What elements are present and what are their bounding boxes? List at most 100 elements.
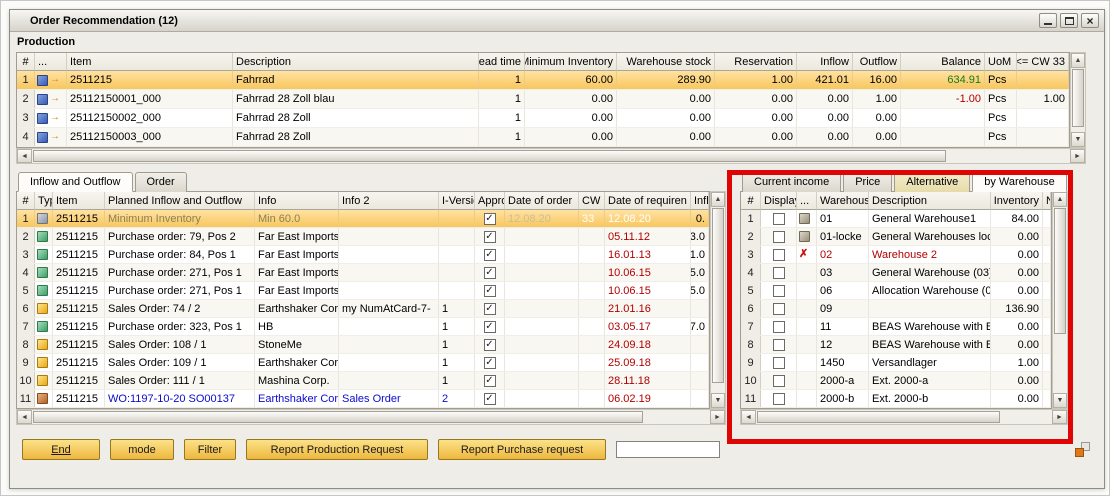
scrollbar-track[interactable] — [32, 149, 1070, 163]
col-typ[interactable]: Typ — [35, 192, 53, 210]
col-number[interactable]: # — [17, 53, 35, 71]
scroll-left-icon[interactable]: ◄ — [17, 149, 32, 163]
scroll-down-icon[interactable]: ▼ — [1053, 393, 1067, 408]
warehouse-row[interactable]: 101General Warehouse184.00 — [741, 210, 1051, 228]
approved-checkbox[interactable]: ✓ — [484, 267, 496, 279]
tab-inflow-and-outflow[interactable]: Inflow and Outflow — [18, 172, 133, 192]
scroll-left-icon[interactable]: ◄ — [17, 410, 32, 424]
display-checkbox[interactable] — [773, 393, 785, 405]
inflow-outflow-row[interactable]: 52511215Purchase order: 271, Pos 1Far Ea… — [17, 282, 709, 300]
col-balance[interactable]: Balance — [901, 53, 985, 71]
col-inflow[interactable]: Inflo — [691, 192, 709, 210]
inflow-outflow-row[interactable]: 112511215WO:1197-10-20 SO00137Earthshake… — [17, 390, 709, 408]
display-checkbox[interactable] — [773, 357, 785, 369]
warehouse-row[interactable]: 711BEAS Warehouse with Bin0.00 — [741, 318, 1051, 336]
approved-checkbox[interactable]: ✓ — [484, 339, 496, 351]
display-checkbox[interactable] — [773, 321, 785, 333]
scroll-right-icon[interactable]: ► — [1070, 149, 1085, 163]
inflow-outflow-row[interactable]: 102511215Sales Order: 111 / 1Mashina Cor… — [17, 372, 709, 390]
approved-checkbox[interactable]: ✓ — [484, 375, 496, 387]
col-approved[interactable]: Approved — [475, 192, 505, 210]
scrollbar-thumb[interactable] — [33, 411, 643, 423]
item-table-row[interactable]: 1→2511215Fahrrad160.00289.901.00421.0116… — [17, 71, 1069, 90]
item-table-row[interactable]: 4→25112150003_000Fahrrad 28 Zoll10.000.0… — [17, 128, 1069, 147]
col-warehouse[interactable]: Warehouse — [817, 192, 869, 210]
item-table-row[interactable]: 3→25112150002_000Fahrrad 28 Zoll10.000.0… — [17, 109, 1069, 128]
inflow-outflow-hscrollbar[interactable]: ◄ ► — [16, 409, 726, 425]
scroll-right-icon[interactable]: ► — [710, 410, 725, 424]
col-dots[interactable]: ... — [35, 53, 67, 71]
warehouse-row[interactable]: 403General Warehouse (03)0.00 — [741, 264, 1051, 282]
display-checkbox[interactable] — [773, 285, 785, 297]
col-cw[interactable]: CW — [579, 192, 605, 210]
inflow-outflow-row[interactable]: 92511215Sales Order: 109 / 1Earthshaker … — [17, 354, 709, 372]
approved-checkbox[interactable]: ✓ — [484, 285, 496, 297]
scroll-right-icon[interactable]: ► — [1052, 410, 1067, 424]
scrollbar-track[interactable] — [32, 410, 710, 424]
warehouse-row[interactable]: 3✗02Warehouse 20.00 — [741, 246, 1051, 264]
inflow-outflow-row[interactable]: 82511215Sales Order: 108 / 1StoneMe1✓24.… — [17, 336, 709, 354]
col-info[interactable]: Info — [255, 192, 339, 210]
approved-checkbox[interactable]: ✓ — [484, 357, 496, 369]
display-checkbox[interactable] — [773, 267, 785, 279]
display-checkbox[interactable] — [773, 375, 785, 387]
report-purchase-request-button[interactable]: Report Purchase request — [438, 439, 606, 460]
scroll-up-icon[interactable]: ▲ — [1053, 192, 1067, 207]
minimize-button[interactable] — [1039, 13, 1057, 28]
note-input[interactable] — [616, 441, 720, 458]
col-number[interactable]: # — [741, 192, 761, 210]
scrollbar-thumb[interactable] — [712, 208, 724, 383]
filter-button[interactable]: Filter — [184, 439, 236, 460]
approved-checkbox[interactable]: ✓ — [484, 303, 496, 315]
col-date-of-order[interactable]: Date of order — [505, 192, 579, 210]
col-inventory[interactable]: Inventory — [991, 192, 1043, 210]
col-item[interactable]: Item — [67, 53, 233, 71]
scrollbar-track[interactable] — [711, 207, 725, 393]
inflow-outflow-row[interactable]: 32511215Purchase order: 84, Pos 1Far Eas… — [17, 246, 709, 264]
col-description[interactable]: Description — [869, 192, 991, 210]
warehouse-row[interactable]: 609136.90 — [741, 300, 1051, 318]
display-checkbox[interactable] — [773, 213, 785, 225]
tab-current-income[interactable]: Current income — [742, 172, 841, 192]
inflow-outflow-row[interactable]: 12511215Minimum InventoryMin 60.0✓12.08.… — [17, 210, 709, 228]
col-number[interactable]: # — [17, 192, 35, 210]
col-lead-time[interactable]: Lead time — [479, 53, 525, 71]
col-item[interactable]: Item — [53, 192, 105, 210]
warehouse-row[interactable]: 506Allocation Warehouse (060.00 — [741, 282, 1051, 300]
scroll-down-icon[interactable]: ▼ — [711, 393, 725, 408]
scrollbar-track[interactable] — [1071, 68, 1085, 132]
close-button[interactable]: × — [1081, 13, 1099, 28]
titlebar[interactable]: Order Recommendation (12) × — [10, 10, 1104, 32]
item-table-vscrollbar[interactable]: ▲ ▼ — [1070, 52, 1086, 148]
col-warehouse-stock[interactable]: Warehouse stock — [617, 53, 715, 71]
approved-checkbox[interactable]: ✓ — [484, 249, 496, 261]
resize-grip-icon[interactable] — [1075, 442, 1090, 457]
inflow-outflow-row[interactable]: 42511215Purchase order: 271, Pos 1Far Ea… — [17, 264, 709, 282]
warehouse-row[interactable]: 102000-aExt. 2000-a0.00 — [741, 372, 1051, 390]
inflow-outflow-vscrollbar[interactable]: ▲ ▼ — [710, 191, 726, 409]
item-table-row[interactable]: 2→25112150001_000Fahrrad 28 Zoll blau10.… — [17, 90, 1069, 109]
maximize-button[interactable] — [1060, 13, 1078, 28]
tab-alternative[interactable]: Alternative — [894, 172, 970, 192]
display-checkbox[interactable] — [773, 303, 785, 315]
display-checkbox[interactable] — [773, 339, 785, 351]
col-reservation[interactable]: Reservation — [715, 53, 797, 71]
report-production-request-button[interactable]: Report Production Request — [246, 439, 428, 460]
warehouse-row[interactable]: 91450Versandlager1.00 — [741, 354, 1051, 372]
scroll-left-icon[interactable]: ◄ — [741, 410, 756, 424]
inflow-outflow-row[interactable]: 72511215Purchase order: 323, Pos 1HB1✓03… — [17, 318, 709, 336]
approved-checkbox[interactable]: ✓ — [484, 231, 496, 243]
col-date-of-requirement[interactable]: Date of requiren — [605, 192, 691, 210]
scrollbar-track[interactable] — [1053, 207, 1067, 393]
col-uom[interactable]: UoM — [985, 53, 1017, 71]
warehouse-hscrollbar[interactable]: ◄ ► — [740, 409, 1068, 425]
warehouse-row[interactable]: 201-lockeGeneral Warehouses locke0.00 — [741, 228, 1051, 246]
approved-checkbox[interactable]: ✓ — [484, 321, 496, 333]
col-planned[interactable]: Planned Inflow and Outflow — [105, 192, 255, 210]
col-display[interactable]: Display — [761, 192, 797, 210]
display-checkbox[interactable] — [773, 249, 785, 261]
scrollbar-thumb[interactable] — [757, 411, 1000, 423]
warehouse-row[interactable]: 112000-bExt. 2000-b0.00 — [741, 390, 1051, 408]
col-dots[interactable]: ... — [797, 192, 817, 210]
col-outflow[interactable]: Outflow — [853, 53, 901, 71]
